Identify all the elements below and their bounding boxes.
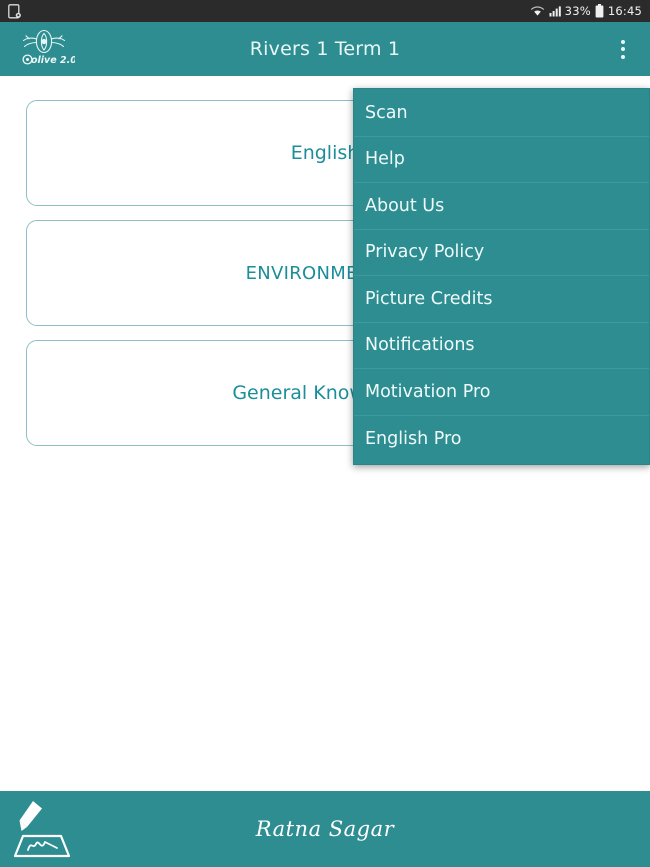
menu-item-label: Privacy Policy [365,242,485,263]
clock: 16:45 [607,4,642,18]
signal-bars-icon [549,5,561,17]
menu-item-label: Scan [365,102,408,123]
menu-item-label: Help [365,149,405,170]
status-bar-left [8,3,21,19]
status-bar-right: 33% 16:45 [530,4,642,18]
battery-percent: 33% [564,4,591,18]
menu-item-about-us[interactable]: About Us [354,183,649,230]
menu-item-label: About Us [365,195,445,216]
app-toolbar: olive 2.0 Rivers 1 Term 1 [0,22,650,76]
menu-item-motivation-pro[interactable]: Motivation Pro [354,369,649,416]
menu-item-privacy-policy[interactable]: Privacy Policy [354,230,649,276]
app-root: 33% 16:45 olive 2.0 Rivers 1 Term 1 Engl… [0,0,650,867]
overflow-menu-button[interactable] [596,22,650,76]
menu-item-scan[interactable]: Scan [354,90,649,137]
footer-brand-name: Ratna Sagar [255,817,395,841]
menu-item-label: Notifications [365,335,475,356]
menu-item-picture-credits[interactable]: Picture Credits [354,276,649,323]
menu-item-english-pro[interactable]: English Pro [354,416,649,463]
overflow-dropdown-menu: Scan Help About Us Privacy Policy Pictur… [353,88,650,465]
menu-item-label: Motivation Pro [365,381,491,402]
overflow-menu-icon [621,39,625,59]
menu-item-notifications[interactable]: Notifications [354,323,649,369]
screenshot-icon [8,3,21,19]
app-footer: Ratna Sagar [0,791,650,867]
subject-card-label: English [290,142,360,164]
wifi-icon [530,5,545,17]
menu-item-help[interactable]: Help [354,137,649,183]
menu-item-label: Picture Credits [365,288,493,309]
status-bar: 33% 16:45 [0,0,650,22]
battery-icon [595,4,604,18]
page-title: Rivers 1 Term 1 [249,38,401,60]
menu-item-label: English Pro [365,428,462,449]
